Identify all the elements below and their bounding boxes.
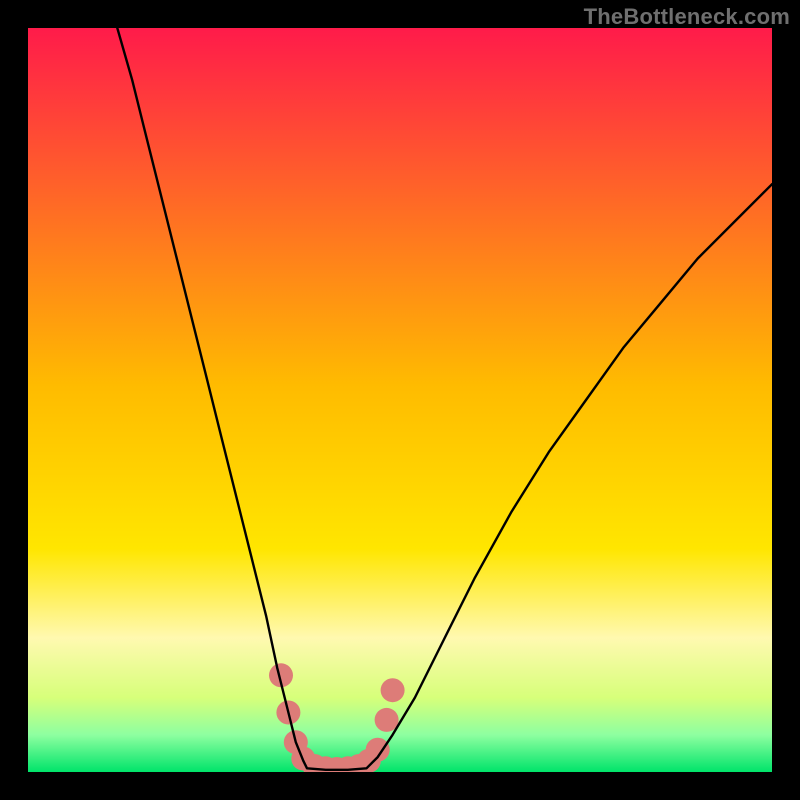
gradient-background — [28, 28, 772, 772]
chart-frame: TheBottleneck.com — [0, 0, 800, 800]
plot-area — [28, 28, 772, 772]
chart-svg — [28, 28, 772, 772]
highlight-marker — [381, 678, 405, 702]
watermark-text: TheBottleneck.com — [584, 4, 790, 30]
highlight-marker — [375, 708, 399, 732]
